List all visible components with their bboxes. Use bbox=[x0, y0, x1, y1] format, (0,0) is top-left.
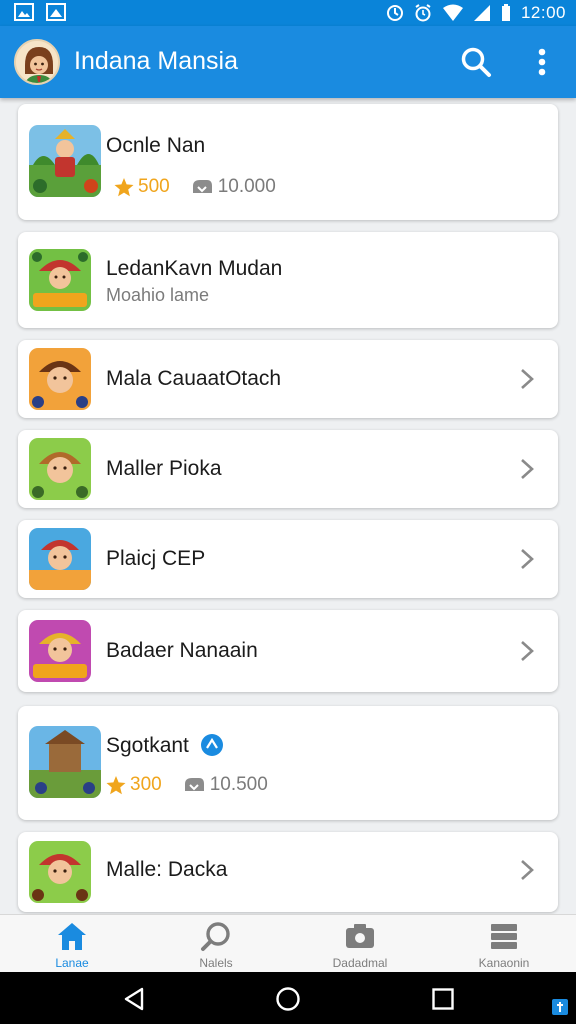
chevron-right-icon[interactable] bbox=[518, 858, 536, 882]
card-title: Maller Pioka bbox=[106, 457, 222, 480]
game-thumbnail bbox=[29, 438, 91, 500]
list-item[interactable]: LedanKavn Mudan Moahio lame bbox=[18, 232, 558, 328]
list-item[interactable]: Badaer Nanaain bbox=[18, 610, 558, 692]
nav-label: Lanae bbox=[55, 956, 89, 970]
rating-value: 500 bbox=[138, 176, 170, 197]
card-title: Badaer Nanaain bbox=[106, 639, 258, 662]
nav-label: Kanaonin bbox=[478, 956, 530, 970]
chevron-right-icon[interactable] bbox=[518, 547, 536, 571]
alarm-icon bbox=[415, 4, 431, 22]
card-meta: 500 10.000 bbox=[114, 176, 276, 198]
list-item[interactable]: Malle: Dacka bbox=[18, 832, 558, 912]
rating-value: 300 bbox=[130, 774, 162, 795]
wifi-icon bbox=[442, 4, 463, 21]
game-thumbnail bbox=[29, 620, 91, 682]
download-count: 10.000 bbox=[217, 176, 276, 197]
nav-item-camera[interactable]: Dadadmal bbox=[288, 915, 432, 973]
nav-item-home[interactable]: Lanae bbox=[0, 915, 144, 973]
star-icon bbox=[106, 775, 126, 794]
game-thumbnail bbox=[29, 249, 91, 311]
home-circle-icon[interactable] bbox=[275, 986, 301, 1012]
list-item[interactable]: Maller Pioka bbox=[18, 430, 558, 508]
app-title: Indana Mansia bbox=[74, 47, 239, 75]
status-time: 12:00 bbox=[520, 3, 566, 22]
gallery-notification-icon bbox=[14, 3, 34, 21]
chevron-right-icon[interactable] bbox=[518, 367, 536, 391]
library-icon bbox=[491, 924, 517, 949]
bottom-navigation: Lanae Nalels Dadadmal Kanaonin bbox=[0, 914, 576, 972]
game-thumbnail bbox=[29, 726, 101, 798]
card-title: Ocnle Nan bbox=[106, 134, 206, 157]
status-bar: 12:00 bbox=[0, 0, 576, 26]
download-count: 10.500 bbox=[209, 774, 268, 795]
more-vert-icon[interactable] bbox=[528, 44, 556, 80]
card-title: Sgotkant bbox=[106, 734, 189, 757]
image-notification-icon bbox=[46, 3, 66, 21]
search-icon bbox=[201, 922, 230, 951]
nav-item-library[interactable]: Kanaonin bbox=[432, 915, 576, 973]
camera-icon bbox=[346, 924, 374, 948]
card-subtitle: Moahio lame bbox=[106, 285, 210, 305]
avatar[interactable] bbox=[14, 39, 60, 85]
list-item[interactable]: Sgotkant 300 10.500 bbox=[18, 706, 558, 820]
card-title: LedanKavn Mudan bbox=[106, 257, 283, 280]
list-item[interactable]: Plaicj CEP bbox=[18, 520, 558, 598]
verified-icon bbox=[201, 734, 223, 756]
game-thumbnail bbox=[29, 528, 91, 590]
signal-icon bbox=[473, 5, 490, 21]
card-title: Mala CauaatOtach bbox=[106, 367, 282, 390]
list-item[interactable]: Mala CauaatOtach bbox=[18, 340, 558, 418]
recents-icon[interactable] bbox=[431, 987, 455, 1011]
back-icon[interactable] bbox=[121, 986, 147, 1012]
chevron-right-icon[interactable] bbox=[518, 457, 536, 481]
battery-icon bbox=[501, 4, 510, 21]
game-thumbnail bbox=[29, 125, 101, 197]
card-meta: 300 10.500 bbox=[106, 774, 268, 796]
search-icon[interactable] bbox=[458, 44, 494, 80]
nav-item-search[interactable]: Nalels bbox=[144, 915, 288, 973]
home-icon bbox=[58, 923, 86, 950]
game-thumbnail bbox=[29, 841, 91, 903]
sync-icon bbox=[386, 5, 403, 21]
nav-label: Dadadmal bbox=[332, 956, 388, 970]
list-item[interactable]: Ocnle Nan 500 10.000 bbox=[18, 104, 558, 220]
card-title: Plaicj CEP bbox=[106, 547, 206, 570]
avatar-character-icon bbox=[16, 41, 58, 83]
nav-label: Nalels bbox=[199, 956, 233, 970]
download-icon bbox=[184, 778, 204, 791]
download-icon bbox=[192, 180, 212, 193]
chevron-right-icon[interactable] bbox=[518, 639, 536, 663]
app-bar: Indana Mansia bbox=[0, 26, 576, 98]
game-thumbnail bbox=[29, 348, 91, 410]
star-icon bbox=[114, 177, 134, 196]
accessibility-icon[interactable] bbox=[551, 998, 569, 1016]
system-navigation-bar bbox=[0, 972, 576, 1024]
card-title: Malle: Dacka bbox=[106, 858, 228, 881]
